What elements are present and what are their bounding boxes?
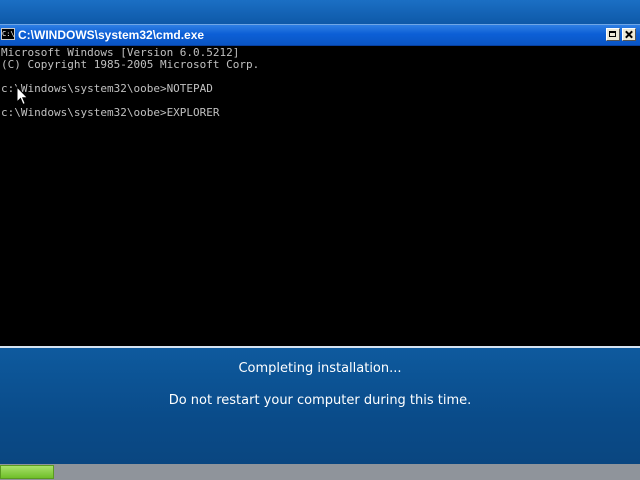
- window-title: C:\WINDOWS\system32\cmd.exe: [18, 28, 205, 42]
- close-button[interactable]: [622, 28, 636, 41]
- console-output[interactable]: Microsoft Windows [Version 6.0.5212] (C)…: [0, 47, 640, 347]
- console-line: c:\Windows\system32\oobe>EXPLORER: [1, 106, 220, 119]
- maximize-button[interactable]: [606, 28, 620, 41]
- console-line: (C) Copyright 1985-2005 Microsoft Corp.: [1, 58, 260, 71]
- mouse-pointer-icon: [16, 86, 29, 106]
- setup-background-top: [0, 0, 640, 26]
- restart-warning-text: Do not restart your computer during this…: [168, 393, 472, 408]
- progress-fill: [0, 465, 54, 479]
- installation-status-text: Completing installation...: [238, 361, 402, 376]
- window-titlebar[interactable]: C:\ C:\WINDOWS\system32\cmd.exe: [0, 25, 640, 46]
- console-line: c:\Windows\system32\oobe>NOTEPAD: [1, 82, 213, 95]
- command-prompt-window[interactable]: C:\ C:\WINDOWS\system32\cmd.exe Microsof…: [0, 24, 640, 347]
- installation-progress-bar: [0, 464, 640, 480]
- console-icon[interactable]: C:\: [1, 28, 15, 40]
- setup-status-panel: Completing installation... Do not restar…: [0, 346, 640, 466]
